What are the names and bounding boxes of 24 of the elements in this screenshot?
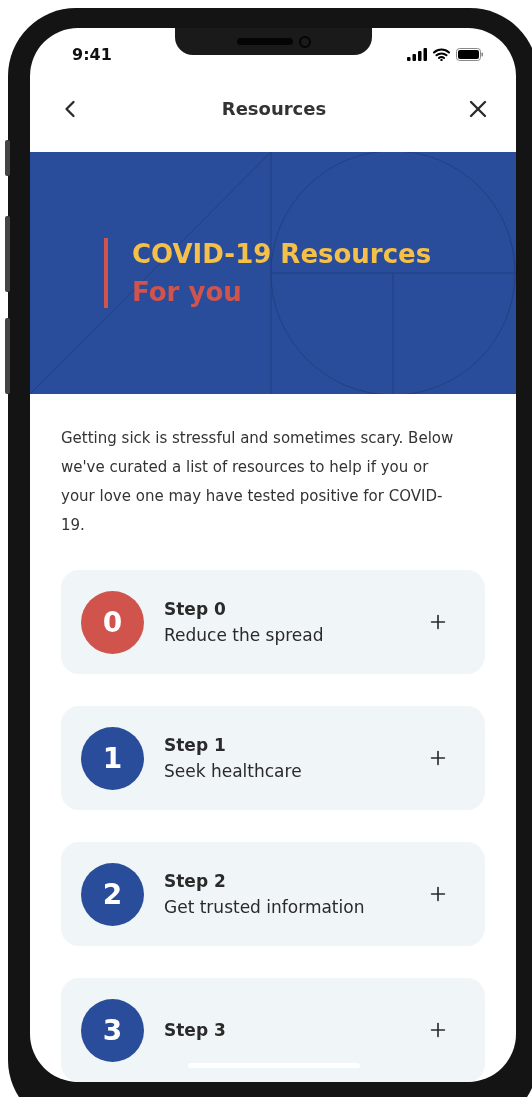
step-title: Step 1	[164, 735, 227, 755]
battery-icon	[456, 47, 484, 61]
step-number: 0	[81, 590, 144, 654]
step-number: 3	[81, 998, 144, 1062]
status-time: 9:41	[72, 44, 112, 66]
step-number: 1	[81, 726, 144, 790]
step-number: 2	[81, 862, 144, 926]
wifi-icon	[433, 47, 450, 61]
intro-text: Getting sick is stressful and sometimes scary. Below we've curated a list of resources to help if you or your love one may have tested positive for COVID-19.	[61, 428, 455, 536]
banner-title: COVID-19 Resources	[132, 239, 432, 269]
step-card[interactable]: 2 Step 2 Get trusted information	[61, 842, 485, 946]
step-title: Step 0	[164, 599, 227, 619]
step-card[interactable]: 3 Step 3	[61, 978, 485, 1082]
step-card[interactable]: 1 Step 1 Seek healthcare	[61, 706, 485, 810]
page-title: Resources	[221, 98, 327, 120]
signal-icon	[407, 47, 427, 61]
step-title: Step 2	[164, 871, 227, 891]
step-subtitle: Reduce the spread	[164, 625, 325, 645]
step-card[interactable]: 0 Step 0 Reduce the spread	[61, 570, 485, 674]
banner-subtitle: For you	[132, 277, 243, 307]
step-subtitle: Seek healthcare	[164, 761, 303, 781]
step-subtitle: Get trusted information	[164, 897, 366, 917]
step-title: Step 3	[164, 1020, 227, 1040]
accent-bar	[104, 238, 108, 308]
